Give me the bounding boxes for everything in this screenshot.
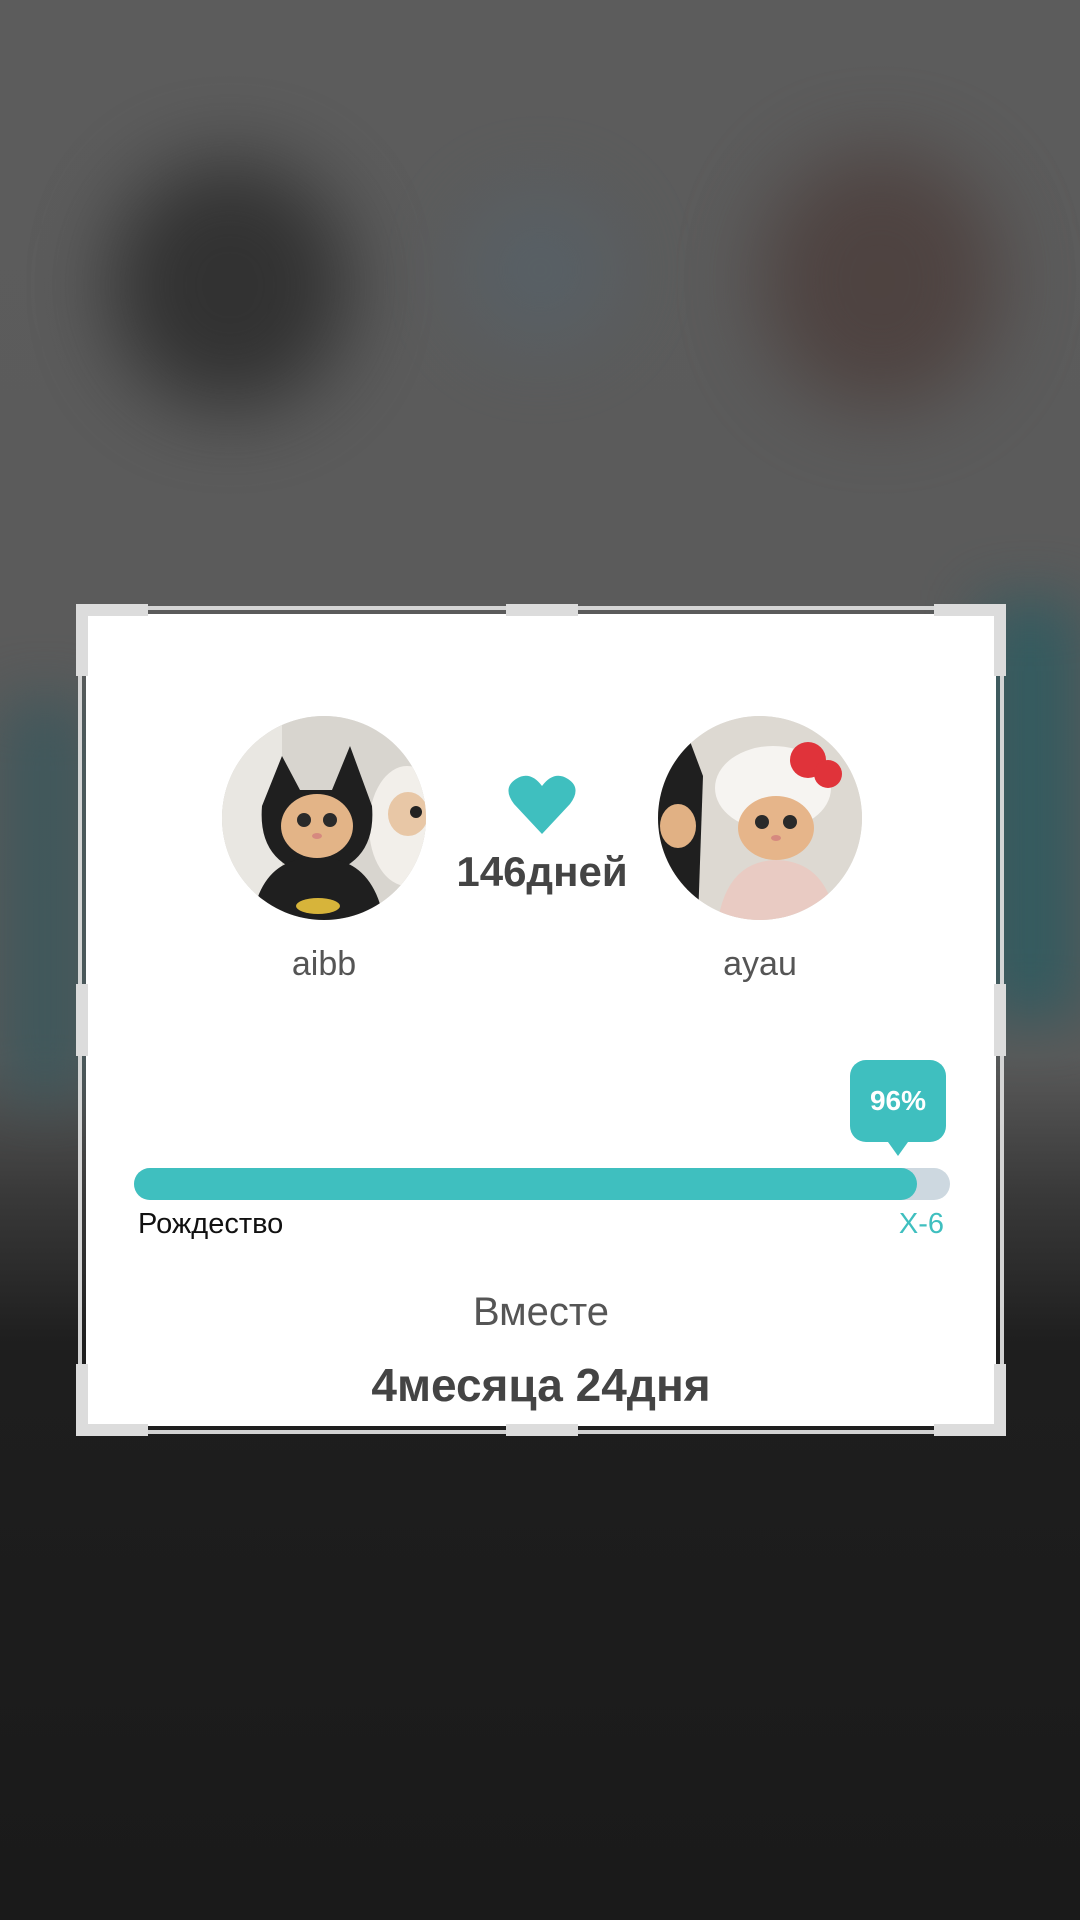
crop-handle-right[interactable] [994, 984, 1006, 1056]
background-blur-center [460, 190, 620, 350]
crop-handle-top-left-vertical[interactable] [76, 604, 88, 676]
background-blur-right [760, 150, 1000, 410]
crop-frame [78, 606, 1004, 1434]
crop-handle-top[interactable] [506, 604, 578, 616]
background-blur-left [110, 160, 350, 410]
crop-handle-bottom-right-vertical[interactable] [994, 1364, 1006, 1436]
crop-handle-left[interactable] [76, 984, 88, 1056]
crop-handle-top-right-vertical[interactable] [994, 604, 1006, 676]
crop-handle-bottom[interactable] [506, 1424, 578, 1436]
crop-handle-bottom-left-vertical[interactable] [76, 1364, 88, 1436]
